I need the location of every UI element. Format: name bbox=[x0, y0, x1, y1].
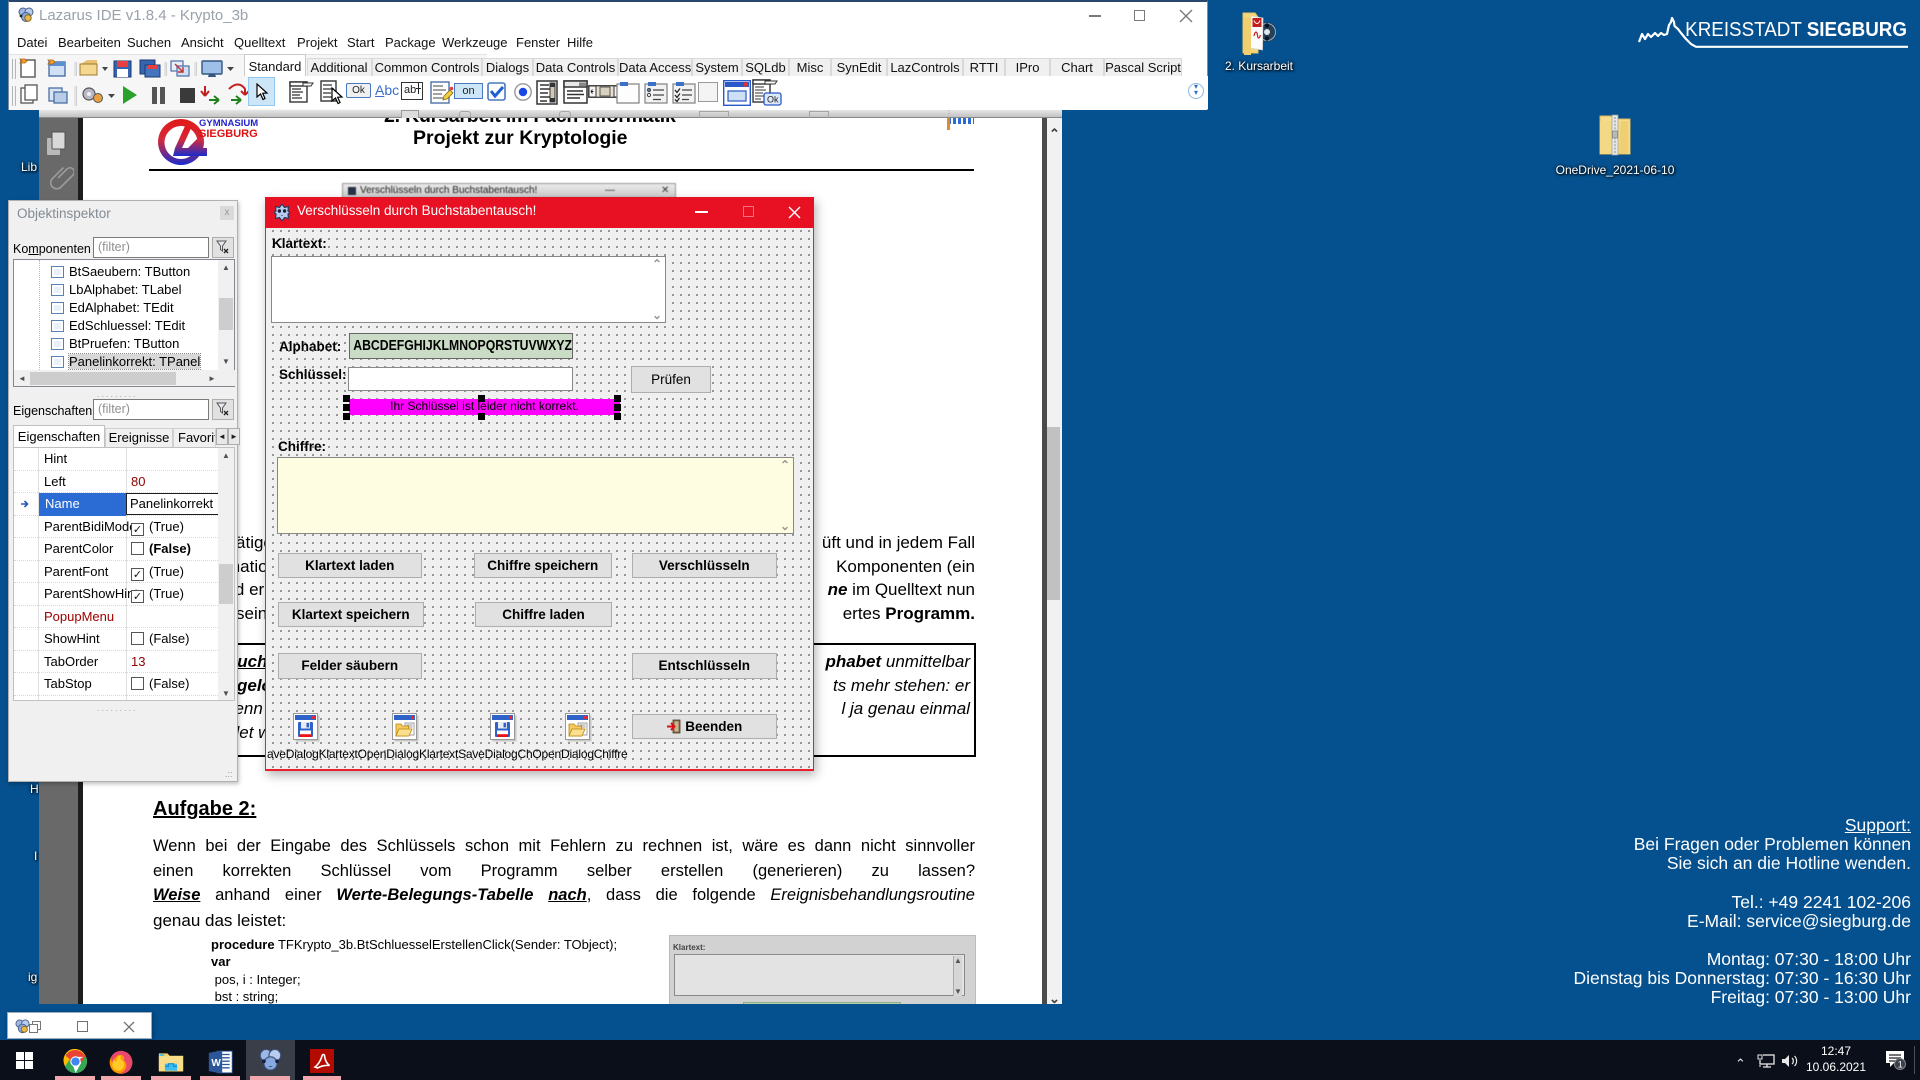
svg-text:W: W bbox=[211, 1058, 221, 1069]
svg-text:1: 1 bbox=[1898, 1060, 1903, 1070]
svg-text:SIEGBURG: SIEGBURG bbox=[199, 128, 258, 140]
svg-text:Ok: Ok bbox=[767, 95, 779, 105]
